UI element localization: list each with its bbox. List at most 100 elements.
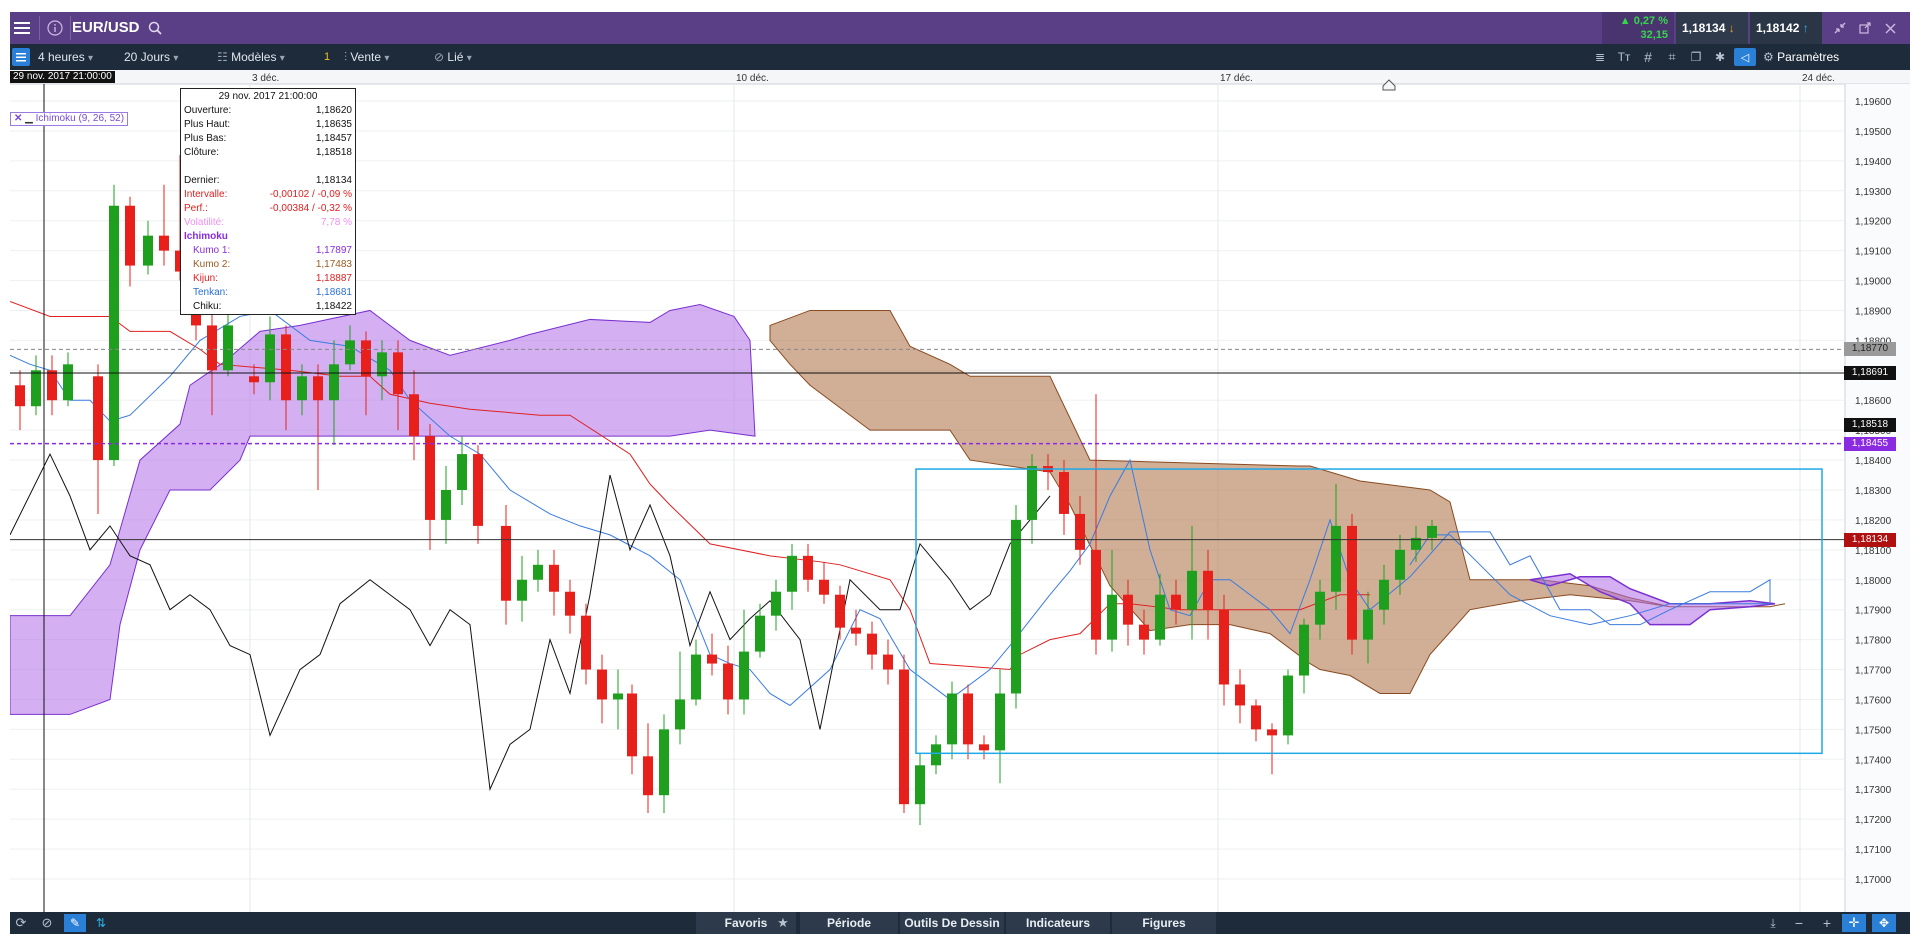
crosshair-icon[interactable]: ⌗ [1662,48,1682,66]
zoom-in-icon[interactable]: + [1816,912,1838,934]
close-indicator-icon[interactable]: ✕ [14,113,22,124]
candle-body [851,627,861,634]
change-points: 32,15 [1640,29,1668,41]
tab-label: Période [826,916,871,930]
models-badge: 1 [324,51,331,63]
price-marker-kijun: 1,18691 [1844,366,1896,380]
tooltip-value: 1,18457 [315,133,352,144]
candle-body [739,651,749,700]
symbol-label[interactable]: EUR/USD [72,12,140,44]
candle-body [1171,594,1181,610]
price-tick-label: 1,17800 [1855,636,1892,647]
tooltip-row-close: Clôture: 1,18518 [181,146,355,160]
tab-label: Favoris [724,916,768,930]
candle-body [979,744,989,751]
parameters-label: Paramètres [1777,50,1840,64]
tooltip-label: Kijun: [193,273,219,284]
models-dropdown[interactable]: ☷ Modèles [217,44,309,70]
price-marker-last: 1,18134 [1844,532,1896,547]
candle-body [1347,525,1357,640]
candle-body [723,663,733,700]
candle-body [867,633,877,655]
settings-small-icon[interactable]: ✱ [1710,48,1730,66]
candle-body [207,325,217,371]
tooltip-label: Plus Bas: [184,133,227,144]
refresh-icon[interactable]: ⟳ [10,912,32,934]
candle-body [995,693,1005,751]
candle-body [441,490,451,520]
price-tick-label: 1,19100 [1855,247,1892,258]
bid-price-button[interactable]: 1,18134 ↓ [1676,12,1748,44]
candle-body [457,454,467,490]
ask-price-button[interactable]: 1,18142 ↑ [1750,12,1822,44]
layers-icon[interactable]: ❐ [1686,48,1706,66]
tab-indicators[interactable]: Indicateurs [1006,912,1110,934]
popout-icon[interactable] [1853,12,1877,44]
collapse-icon[interactable] [1828,12,1852,44]
candle-body [835,594,845,628]
candle-body [549,564,559,592]
move-icon[interactable]: ✥ [1872,914,1896,932]
price-marker-purple: 1,18455 [1844,436,1896,451]
close-icon[interactable] [1878,12,1902,44]
candle-body [613,693,623,700]
tooltip-row-kijun: Kijun: 1,18887 [181,272,355,286]
candle-body [581,615,591,670]
tooltip-row-last: Dernier: 1,18134 [181,174,355,188]
mode-dropdown[interactable]: ⫶ Vente [344,44,424,70]
search-icon[interactable] [144,12,166,44]
crosshair-toggle-icon[interactable]: ✛ [1842,914,1866,932]
magnet-icon[interactable]: ⇅ [90,914,112,932]
candle-body [517,579,527,601]
candle-body [47,370,57,401]
range-dropdown[interactable]: 20 Jours [124,44,206,70]
candle-body [501,525,511,601]
candle-body [643,756,653,796]
fit-icon[interactable]: ⤓ [1762,912,1784,934]
candle-body [1219,609,1229,685]
tooltip-value: 1,18422 [315,301,352,312]
candle-body [1027,466,1037,520]
change-percent: ▲ 0,27 % [1619,15,1668,27]
candle-body [313,376,323,401]
tooltip-label: Volatilité: [184,217,225,228]
tooltip-label: Perf.: [184,203,208,214]
indicator-tag[interactable]: ✕ ▁ Ichimoku (9, 26, 52) [10,112,129,126]
candle-body [771,591,781,616]
arrow-down-icon: ↓ [1728,21,1735,35]
tag-icon[interactable]: ◁ [1734,48,1756,66]
candle-body [125,205,135,266]
candle-body [361,340,371,377]
block-icon[interactable]: ⊘ [36,912,58,934]
tab-drawing-tools[interactable]: Outils De Dessin [900,912,1004,934]
tooltip-label: Kumo 2: [193,259,231,270]
price-tick-label: 1,17500 [1855,725,1892,736]
zoom-out-icon[interactable]: − [1788,912,1810,934]
date-tick-label: 10 déc. [736,73,769,84]
parameters-button[interactable]: ⚙ Paramètres [1763,44,1839,70]
tooltip-label: Plus Haut: [184,119,231,130]
tab-label: Indicateurs [1025,916,1091,930]
menu-icon[interactable] [10,12,34,44]
grid-icon[interactable]: # [1638,48,1658,66]
legend-icon[interactable]: ≣ [1590,48,1610,66]
pencil-icon[interactable]: ✎ [64,914,86,932]
list-icon[interactable] [12,48,30,66]
price-tick-label: 1,19200 [1855,217,1892,228]
candle-body [223,325,233,371]
link-dropdown[interactable]: ⊘ Lié [434,44,504,70]
tooltip-label: Dernier: [184,175,220,186]
text-size-icon[interactable]: Tт [1614,48,1634,66]
info-icon[interactable] [43,12,67,44]
tooltip-row-volatility: Volatilité: 7,78 % [181,216,355,230]
tooltip-value: 1,18620 [315,105,352,116]
price-tick-label: 1,17600 [1855,695,1892,706]
candle-body [249,376,259,383]
minimize-indicator-icon[interactable]: ▁ [25,113,33,124]
tooltip-label: Intervalle: [184,189,228,200]
tab-figures[interactable]: Figures [1112,912,1216,934]
star-icon[interactable]: ★ [770,912,796,934]
interval-dropdown[interactable]: 4 heures [38,44,118,70]
candle-body [1283,675,1293,736]
tab-period[interactable]: Période [800,912,898,934]
